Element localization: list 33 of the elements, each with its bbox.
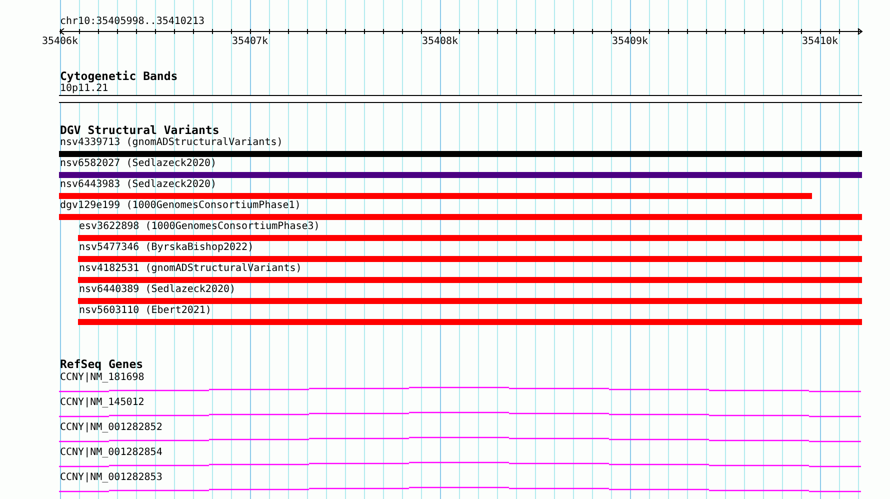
tick-label: 35406k — [42, 36, 78, 47]
variant-label: nsv4182531 (gnomADStructuralVariants) — [78, 263, 302, 275]
track-title: DGV Structural Variants — [59, 124, 220, 137]
tick-label: 35410k — [802, 36, 838, 47]
variant-bar[interactable] — [78, 256, 862, 262]
variant-label: nsv5603110 (Ebert2021) — [78, 305, 212, 317]
variant-bar[interactable] — [78, 319, 862, 325]
gene-label: CCNY|NM_181698 — [59, 372, 144, 384]
gene-label: CCNY|NM_145012 — [59, 397, 144, 409]
variant-bar[interactable] — [78, 298, 862, 304]
variant-bar[interactable] — [59, 172, 862, 178]
variant-bar[interactable] — [78, 277, 862, 283]
variant-label: nsv4339713 (gnomADStructuralVariants) — [59, 137, 283, 149]
tick-label: 35407k — [232, 36, 268, 47]
variant-label: nsv6582027 (Sedlazeck2020) — [59, 158, 217, 170]
location-label: chr10:35405998..35410213 — [60, 16, 206, 28]
variant-label: nsv5477346 (ByrskaBishop2022) — [78, 242, 254, 254]
variant-bar[interactable] — [59, 151, 862, 157]
variant-bar[interactable] — [59, 193, 812, 199]
variant-bar[interactable] — [59, 214, 862, 220]
variant-label: nsv6443983 (Sedlazeck2020) — [59, 179, 217, 191]
tick-label: 35409k — [612, 36, 648, 47]
variant-label: dgv129e199 (1000GenomesConsortiumPhase1) — [59, 200, 301, 212]
variant-label: esv3622898 (1000GenomesConsortiumPhase3) — [78, 221, 320, 233]
band-label: 10p11.21 — [59, 83, 108, 95]
track-title: Cytogenetic Bands — [59, 70, 178, 83]
gene-label: CCNY|NM_001282854 — [59, 447, 162, 459]
variant-bar[interactable] — [78, 235, 862, 241]
gene-label: CCNY|NM_001282852 — [59, 422, 162, 434]
tick-label: 35408k — [422, 36, 458, 47]
gene-label: CCNY|NM_001282853 — [59, 472, 162, 484]
track-title: RefSeq Genes — [59, 358, 144, 371]
variant-label: nsv6440389 (Sedlazeck2020) — [78, 284, 236, 296]
